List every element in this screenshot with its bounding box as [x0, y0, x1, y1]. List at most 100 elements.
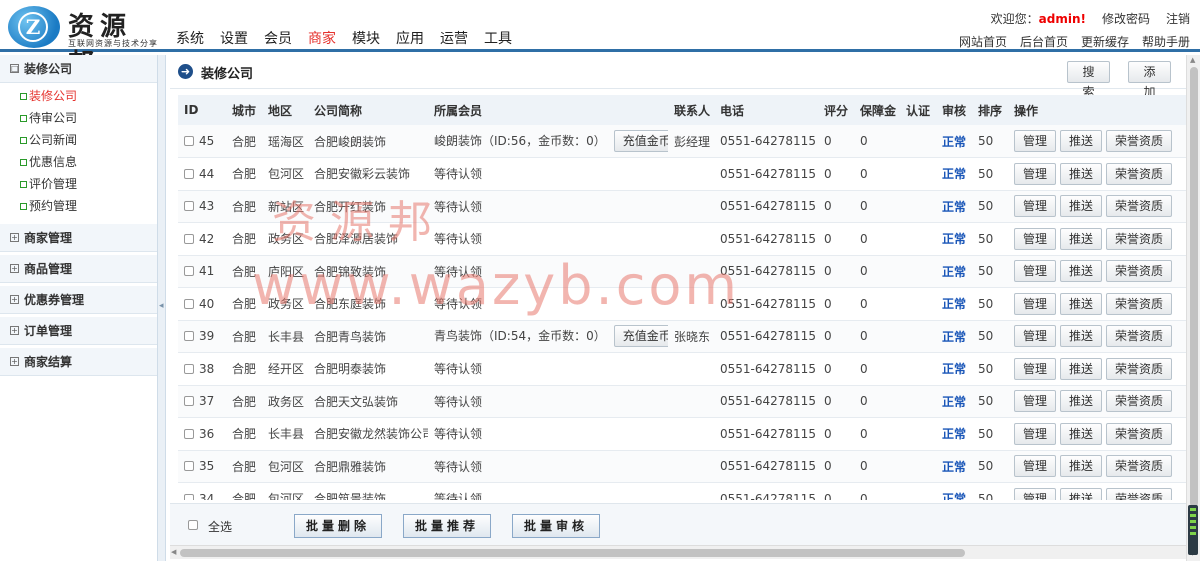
nav-item-7[interactable]: 工具	[484, 28, 512, 48]
cell-company-name[interactable]: 合肥东庭装饰	[308, 287, 428, 321]
manage-button[interactable]: 管理	[1014, 422, 1057, 445]
nav-item-3[interactable]: 商家	[308, 28, 336, 48]
cell-audit-status[interactable]: 正常	[936, 190, 972, 223]
cell-company-name[interactable]: 合肥明泰装饰	[308, 352, 428, 386]
cell-audit-status[interactable]: 正常	[936, 222, 972, 256]
nav-item-0[interactable]: 系统	[176, 28, 204, 48]
push-button[interactable]: 推送	[1060, 227, 1103, 250]
scroll-left-arrow-icon[interactable]: ◀	[171, 548, 176, 556]
cell-company-name[interactable]: 合肥峻朗装饰	[308, 125, 428, 158]
manage-button[interactable]: 管理	[1014, 325, 1057, 348]
recharge-coin-button[interactable]: 充值金币	[613, 325, 668, 348]
manage-button[interactable]: 管理	[1014, 195, 1057, 218]
cell-audit-status[interactable]: 正常	[936, 482, 972, 500]
honor-button[interactable]: 荣誉资质	[1106, 260, 1173, 283]
honor-button[interactable]: 荣誉资质	[1106, 292, 1173, 315]
honor-button[interactable]: 荣誉资质	[1106, 162, 1173, 185]
horizontal-scroll-thumb[interactable]	[180, 549, 965, 557]
push-button[interactable]: 推送	[1060, 162, 1103, 185]
row-checkbox[interactable]	[184, 363, 194, 374]
side-widget-icon[interactable]	[1188, 505, 1198, 555]
site-logo[interactable]: Z 资源邦 互联网资源与技术分享	[8, 4, 158, 79]
sidebar-item-1[interactable]: 待审公司	[20, 107, 157, 129]
push-button[interactable]: 推送	[1060, 455, 1103, 478]
nav-item-4[interactable]: 模块	[352, 28, 380, 48]
row-checkbox[interactable]	[184, 493, 194, 500]
push-button[interactable]: 推送	[1060, 130, 1103, 152]
honor-button[interactable]: 荣誉资质	[1106, 455, 1173, 478]
manage-button[interactable]: 管理	[1014, 487, 1057, 500]
row-checkbox[interactable]	[184, 136, 194, 146]
sidebar-group-1[interactable]: + 商家管理	[0, 224, 157, 252]
push-button[interactable]: 推送	[1060, 260, 1103, 283]
top-link-0[interactable]: 网站首页	[959, 33, 1007, 50]
sidebar-group-0[interactable]: □ 装修公司	[0, 55, 157, 83]
cell-audit-status[interactable]: 正常	[936, 255, 972, 288]
batch-audit-button[interactable]: 批量审核	[512, 514, 600, 538]
cell-audit-status[interactable]: 正常	[936, 385, 972, 418]
row-checkbox[interactable]	[184, 396, 194, 407]
scroll-up-arrow-icon[interactable]: ▲	[1190, 56, 1195, 64]
manage-button[interactable]: 管理	[1014, 162, 1057, 185]
cell-company-name[interactable]: 合肥筑景装饰	[308, 482, 428, 500]
push-button[interactable]: 推送	[1060, 487, 1103, 500]
sidebar-item-5[interactable]: 预约管理	[20, 195, 157, 217]
manage-button[interactable]: 管理	[1014, 260, 1057, 283]
manage-button[interactable]: 管理	[1014, 357, 1057, 380]
manage-button[interactable]: 管理	[1014, 455, 1057, 478]
horizontal-scrollbar[interactable]: ◀	[170, 545, 1186, 559]
select-all-checkbox[interactable]	[188, 520, 198, 530]
honor-button[interactable]: 荣誉资质	[1106, 130, 1173, 152]
honor-button[interactable]: 荣誉资质	[1106, 422, 1173, 445]
cell-audit-status[interactable]: 正常	[936, 287, 972, 321]
cell-audit-status[interactable]: 正常	[936, 157, 972, 191]
cell-company-name[interactable]: 合肥开红装饰	[308, 190, 428, 223]
push-button[interactable]: 推送	[1060, 195, 1103, 218]
cell-company-name[interactable]: 合肥鼎雅装饰	[308, 450, 428, 483]
manage-button[interactable]: 管理	[1014, 130, 1057, 152]
honor-button[interactable]: 荣誉资质	[1106, 195, 1173, 218]
change-password-link[interactable]: 修改密码	[1102, 10, 1150, 27]
cell-audit-status[interactable]: 正常	[936, 450, 972, 483]
sidebar-item-3[interactable]: 优惠信息	[20, 151, 157, 173]
row-checkbox[interactable]	[184, 298, 194, 309]
top-link-2[interactable]: 更新缓存	[1081, 33, 1129, 50]
top-link-1[interactable]: 后台首页	[1020, 33, 1068, 50]
sidebar-group-3[interactable]: + 优惠券管理	[0, 286, 157, 314]
row-checkbox[interactable]	[184, 461, 194, 472]
add-button[interactable]: 添加	[1128, 61, 1171, 99]
top-link-3[interactable]: 帮助手册	[1142, 33, 1190, 50]
row-checkbox[interactable]	[184, 201, 194, 212]
manage-button[interactable]: 管理	[1014, 292, 1057, 315]
honor-button[interactable]: 荣誉资质	[1106, 357, 1173, 380]
nav-item-6[interactable]: 运营	[440, 28, 468, 48]
row-checkbox[interactable]	[184, 428, 194, 439]
sidebar-splitter[interactable]: ◂	[158, 55, 166, 561]
honor-button[interactable]: 荣誉资质	[1106, 487, 1173, 500]
manage-button[interactable]: 管理	[1014, 227, 1057, 250]
push-button[interactable]: 推送	[1060, 422, 1103, 445]
vertical-scrollbar[interactable]: ▲ ▼	[1186, 55, 1200, 561]
row-checkbox[interactable]	[184, 331, 194, 342]
batch-recommend-button[interactable]: 批量推荐	[403, 514, 491, 538]
sidebar-item-0[interactable]: 装修公司	[20, 85, 157, 107]
batch-delete-button[interactable]: 批量删除	[294, 514, 382, 538]
nav-item-2[interactable]: 会员	[264, 28, 292, 48]
cell-company-name[interactable]: 合肥锦致装饰	[308, 255, 428, 288]
push-button[interactable]: 推送	[1060, 292, 1103, 315]
cell-company-name[interactable]: 合肥安徽龙然装饰公司	[308, 417, 428, 451]
logout-link[interactable]: 注销	[1166, 10, 1190, 27]
push-button[interactable]: 推送	[1060, 390, 1103, 413]
honor-button[interactable]: 荣誉资质	[1106, 227, 1173, 250]
cell-company-name[interactable]: 合肥安徽彩云装饰	[308, 157, 428, 191]
push-button[interactable]: 推送	[1060, 325, 1103, 348]
cell-audit-status[interactable]: 正常	[936, 417, 972, 451]
nav-item-1[interactable]: 设置	[220, 28, 248, 48]
cell-audit-status[interactable]: 正常	[936, 352, 972, 386]
sidebar-item-4[interactable]: 评价管理	[20, 173, 157, 195]
honor-button[interactable]: 荣誉资质	[1106, 390, 1173, 413]
cell-company-name[interactable]: 合肥泽源居装饰	[308, 222, 428, 256]
recharge-coin-button[interactable]: 充值金币	[613, 130, 668, 152]
row-checkbox[interactable]	[184, 168, 194, 179]
manage-button[interactable]: 管理	[1014, 390, 1057, 413]
